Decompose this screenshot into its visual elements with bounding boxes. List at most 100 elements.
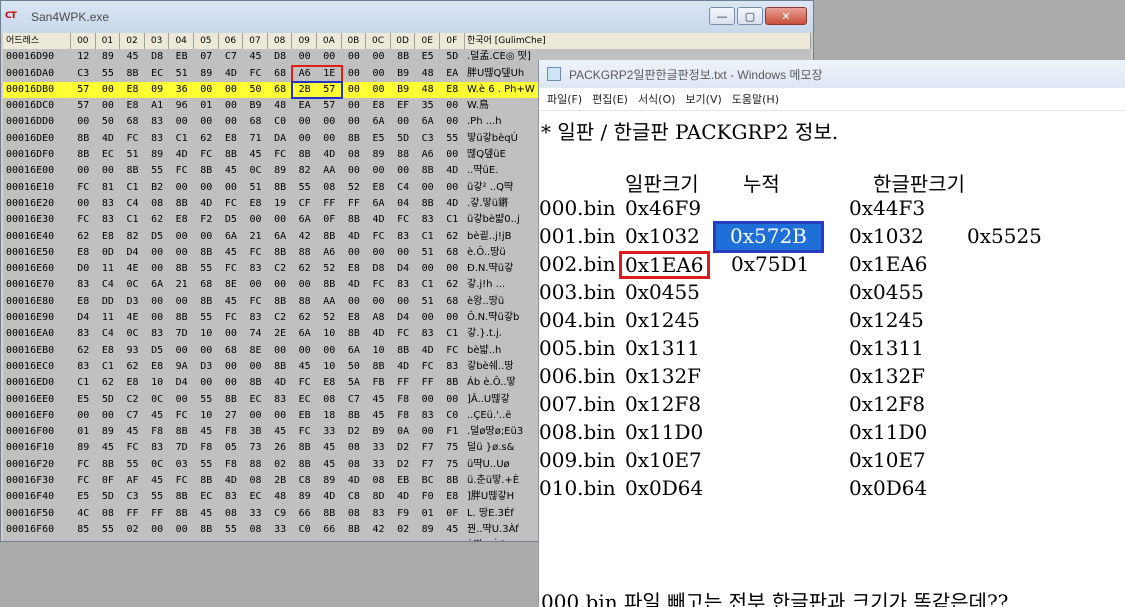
- hex-byte: 2E: [274, 328, 287, 340]
- maximize-button[interactable]: ▢: [737, 7, 763, 25]
- hex-address: 00016E30: [6, 214, 55, 226]
- hex-byte: 00: [372, 67, 385, 79]
- hex-byte: 48: [421, 83, 434, 95]
- hex-byte: 88: [298, 295, 311, 307]
- hex-byte: 6A: [372, 197, 385, 209]
- hex-byte: EB: [175, 51, 188, 63]
- hex-address: 00016DD0: [6, 116, 55, 128]
- hex-byte: FC: [224, 263, 237, 275]
- hex-address: 00016E90: [6, 312, 55, 324]
- entry-file: 001.bin: [539, 224, 616, 248]
- menu-edit[interactable]: 편집(E): [592, 91, 628, 107]
- hex-byte: 4D: [347, 279, 360, 291]
- hex-byte: 8B: [200, 246, 213, 258]
- menu-help[interactable]: 도움말(H): [732, 91, 779, 107]
- hex-byte: 88: [298, 246, 311, 258]
- hex-byte: 00: [151, 523, 164, 535]
- hex-byte: 51: [268, 538, 293, 541]
- hex-byte: E8: [249, 197, 262, 209]
- hex-byte: E8: [372, 100, 385, 112]
- hex-byte: 8B: [175, 491, 188, 503]
- hex-byte: 10: [151, 377, 164, 389]
- hex-byte: D3: [200, 360, 213, 372]
- hex-byte: E8: [224, 132, 237, 144]
- hex-byte: 89: [101, 51, 114, 63]
- hex-byte: E8: [126, 377, 139, 389]
- hex-byte: F9: [397, 507, 410, 519]
- header-col-09: 09: [292, 33, 317, 50]
- hex-byte: 55: [200, 458, 213, 470]
- hex-byte: 8B: [96, 538, 121, 541]
- hex-byte: 4D: [446, 165, 459, 177]
- hex-byte: F0: [421, 491, 434, 503]
- hex-byte: 68: [446, 246, 459, 258]
- menu-format[interactable]: 서식(O): [638, 91, 675, 107]
- entry-acc: 0x75D1: [731, 252, 810, 276]
- hex-byte: 10: [200, 409, 213, 421]
- hex-byte: 52: [347, 181, 360, 193]
- hex-byte: EC: [151, 67, 164, 79]
- hex-byte: 55: [151, 491, 164, 503]
- hex-byte: 0C: [126, 328, 139, 340]
- hex-byte: 00: [224, 377, 237, 389]
- notepad-titlebar[interactable]: PACKGRP2일판한글판정보.txt - Windows 메모장: [539, 60, 1125, 88]
- hex-byte: 71: [249, 132, 262, 144]
- hex-byte: 8B: [274, 246, 287, 258]
- entry-file: 004.bin: [539, 308, 616, 332]
- hex-byte: 88: [397, 149, 410, 161]
- hex-byte: F7: [421, 442, 434, 454]
- close-button[interactable]: ✕: [765, 7, 807, 25]
- hex-byte: 00: [101, 409, 114, 421]
- hex-byte: 00: [274, 409, 287, 421]
- hex-byte: D8: [274, 51, 287, 63]
- hex-byte: 8B: [298, 149, 311, 161]
- hex-byte: 4D: [224, 475, 237, 487]
- hex-byte: 45: [224, 246, 237, 258]
- hex-byte: C3: [421, 132, 434, 144]
- header-col-07: 07: [243, 33, 268, 50]
- hex-byte: 83: [151, 116, 164, 128]
- hex-titlebar[interactable]: CT San4WPK.exe — ▢ ✕: [1, 1, 813, 33]
- hex-byte: 00: [347, 83, 360, 95]
- hex-byte: 4D: [101, 132, 114, 144]
- hex-byte: 8B: [77, 132, 90, 144]
- hex-byte: 05: [224, 442, 237, 454]
- hex-byte: E8: [175, 214, 188, 226]
- hex-byte: 55: [446, 132, 459, 144]
- header-col-04: 04: [169, 33, 194, 50]
- hex-byte: 4D: [421, 344, 434, 356]
- hex-byte: 8B: [323, 507, 336, 519]
- minimize-button[interactable]: —: [709, 7, 735, 25]
- hex-byte: 00: [446, 100, 459, 112]
- hex-byte: 00: [101, 83, 114, 95]
- hex-byte: 8B: [175, 507, 188, 519]
- entry-kr: 0x11D0: [849, 420, 928, 444]
- hex-byte: 00: [446, 312, 459, 324]
- hex-byte: B9: [397, 83, 410, 95]
- hex-byte: 8B: [347, 214, 360, 226]
- hex-address: 00016F30: [6, 475, 55, 487]
- hex-byte: 45: [415, 538, 440, 541]
- notepad-text-area[interactable]: * 일판 / 한글판 PACKGRP2 정보. 일판크기 누적 한글판크기 00…: [539, 110, 1125, 607]
- hex-byte: 51: [421, 295, 434, 307]
- hex-byte: 8B: [372, 360, 385, 372]
- hex-byte: D4: [397, 312, 410, 324]
- header-col-06: 06: [218, 33, 244, 50]
- hex-byte: 45: [323, 458, 336, 470]
- hex-byte: 00: [323, 344, 336, 356]
- hex-byte: 8B: [200, 475, 213, 487]
- hex-byte: 62: [446, 279, 459, 291]
- menu-file[interactable]: 파일(F): [547, 91, 582, 107]
- hex-byte: 81: [101, 181, 114, 193]
- menu-view[interactable]: 보기(V): [685, 91, 721, 107]
- hex-byte: 83: [421, 328, 434, 340]
- hex-byte: 00: [421, 312, 434, 324]
- hex-byte: 00: [421, 181, 434, 193]
- hex-address: 00016F00: [6, 426, 55, 438]
- hex-byte: 57: [77, 100, 90, 112]
- hex-byte: C2: [126, 393, 139, 405]
- hex-byte: 12: [77, 51, 90, 63]
- hex-byte: 00: [249, 360, 262, 372]
- hex-byte: 26: [274, 442, 287, 454]
- hex-byte: 8B: [323, 230, 336, 242]
